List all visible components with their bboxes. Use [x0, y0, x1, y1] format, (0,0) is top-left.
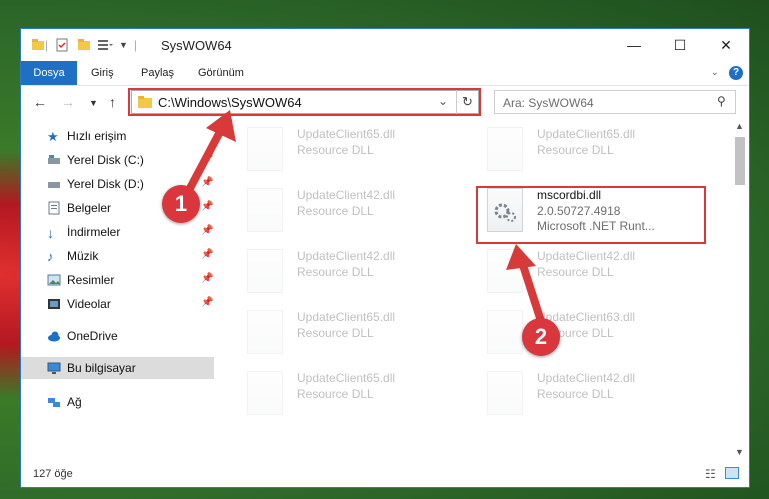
annotation-arrows [184, 110, 544, 322]
arrow-2 [518, 258, 544, 322]
arrow-2-head [506, 244, 536, 270]
arrow-1 [184, 124, 226, 196]
step-badge-2: 2 [522, 318, 560, 356]
step-badge-1: 1 [162, 185, 200, 223]
